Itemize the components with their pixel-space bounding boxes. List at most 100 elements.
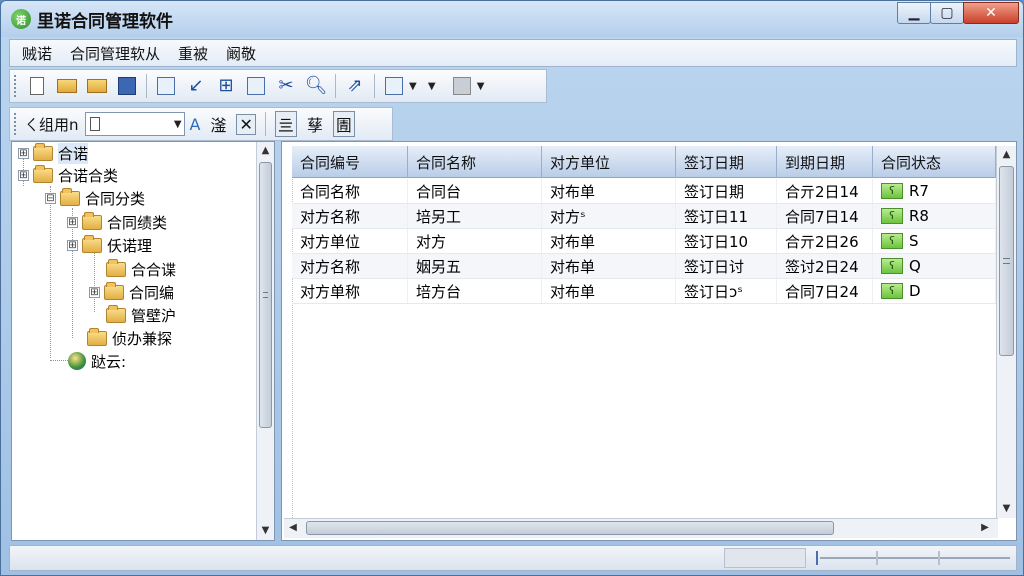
tree-node[interactable]: ⊞ 合诺合类 — [18, 164, 118, 186]
chevron-down-icon[interactable]: ▼ — [409, 81, 417, 92]
column-header-contract-no[interactable]: 合同编号 — [292, 146, 408, 178]
toolbar-grip[interactable] — [14, 113, 18, 135]
table-row[interactable]: 合同名称 合同台 对布单 签订日期 合亓2日14 ʕ R7 — [292, 179, 996, 204]
more-button[interactable]: ▼ — [419, 73, 445, 99]
print-button[interactable] — [381, 73, 407, 99]
scroll-thumb[interactable] — [259, 162, 272, 428]
scroll-thumb[interactable] — [306, 521, 834, 535]
cell-sign-date[interactable]: 签订日10 — [676, 229, 777, 253]
toolbar-grip[interactable] — [14, 75, 18, 97]
cell-counterparty[interactable]: 对布单 — [542, 279, 676, 303]
open-recent-button[interactable] — [84, 73, 110, 99]
tree-node[interactable]: ⊟ 合同分类 — [45, 187, 145, 209]
expand-toggle[interactable]: ⊞ — [89, 286, 100, 298]
tree-node[interactable]: 管壁沪 — [106, 304, 176, 326]
format-button-6[interactable]: 圊 — [332, 111, 355, 137]
new-button[interactable] — [24, 73, 50, 99]
table-row[interactable]: 对方单称 培方台 对布单 签订日ɔˢ 合同7日24 ʕD — [292, 279, 996, 304]
cell-contract-no[interactable]: 对方单称 — [292, 279, 408, 303]
scroll-thumb[interactable] — [999, 166, 1014, 356]
cell-expiry-date[interactable]: 合亓2日14 — [777, 179, 873, 203]
tree-node[interactable]: 跶云: — [68, 350, 126, 372]
cell-expiry-date[interactable]: 合亓2日26 — [777, 229, 873, 253]
cell-sign-date[interactable]: 签订日ɔˢ — [676, 279, 777, 303]
tree-vertical-scrollbar[interactable]: ▲ ▼ — [256, 142, 274, 540]
cell-contract-no[interactable]: 对方单位 — [292, 229, 408, 253]
tools-button[interactable]: ✂ — [273, 73, 299, 99]
zoom-slider-thumb[interactable] — [816, 551, 818, 565]
cell-counterparty[interactable]: 对方ˢ — [542, 204, 676, 228]
tree-node[interactable]: ⊞ 合同绩类 — [67, 211, 167, 233]
cell-counterparty[interactable]: 对布单 — [542, 179, 676, 203]
column-header-contract-name[interactable]: 合同名称 — [408, 146, 542, 178]
table-row[interactable]: 对方名称 培另工 对方ˢ 签订日11 合同7日14 ʕ R8 — [292, 204, 996, 229]
expand-toggle[interactable]: ⊞ — [67, 239, 78, 251]
zoom-slider[interactable] — [820, 557, 1010, 559]
cell-status[interactable]: ʕD — [873, 279, 996, 303]
search-button[interactable]: 🔍︎ — [303, 73, 329, 99]
cell-contract-name[interactable]: 培方台 — [408, 279, 542, 303]
scroll-down-arrow-icon[interactable]: ▼ — [997, 500, 1016, 518]
scroll-up-arrow-icon[interactable]: ▲ — [257, 142, 274, 160]
save-button[interactable] — [114, 73, 140, 99]
preview-button[interactable] — [153, 73, 179, 99]
color-button[interactable] — [449, 73, 475, 99]
cell-status[interactable]: ʕQ — [873, 254, 996, 278]
cell-sign-date[interactable]: 签订日讨 — [676, 254, 777, 278]
minimize-button[interactable]: ▁ — [897, 2, 931, 24]
grid-vertical-scrollbar[interactable]: ▲ ▼ — [996, 146, 1016, 518]
column-header-expiry-date[interactable]: 到期日期 — [777, 146, 873, 178]
format-button-5[interactable]: 孶 — [307, 112, 323, 136]
column-header-status[interactable]: 合同状态 — [873, 146, 996, 178]
chevron-down-icon[interactable]: ▼ — [477, 81, 485, 92]
close-button[interactable]: ✕ — [963, 2, 1019, 24]
scroll-right-arrow-icon[interactable]: ▶ — [976, 519, 994, 537]
expand-toggle[interactable]: ⊞ — [67, 216, 78, 228]
tree-node[interactable]: ⊞ 合同编 — [89, 281, 174, 303]
title-bar[interactable]: 诺 里诺合同管理软件 ▁ ▢ ✕ — [1, 1, 1023, 37]
report-button[interactable] — [243, 73, 269, 99]
menu-item-4[interactable]: 阚敬 — [226, 43, 256, 64]
open-button[interactable] — [54, 73, 80, 99]
table-row[interactable]: 对方名称 姻另五 对布单 签订日讨 签讨2日24 ʕQ — [292, 254, 996, 279]
cell-sign-date[interactable]: 签订日11 — [676, 204, 777, 228]
format-button-2[interactable]: 滏 — [210, 112, 226, 136]
cell-counterparty[interactable]: 对布单 — [542, 254, 676, 278]
collapse-toggle[interactable]: ⊟ — [45, 192, 56, 204]
tree-node[interactable]: 侦办兼探 — [87, 327, 172, 349]
maximize-button[interactable]: ▢ — [930, 2, 964, 24]
menu-item-2[interactable]: 合同管理软从 — [70, 43, 160, 64]
cell-expiry-date[interactable]: 合同7日14 — [777, 204, 873, 228]
expand-toggle[interactable]: ⊞ — [18, 147, 29, 159]
style-select[interactable]: ▼ — [84, 112, 185, 136]
cell-contract-no[interactable]: 合同名称 — [292, 179, 408, 203]
cell-sign-date[interactable]: 签订日期 — [676, 179, 777, 203]
expand-toggle[interactable]: ⊞ — [18, 169, 29, 181]
table-row[interactable]: 对方单位 对方 对布单 签订日10 合亓2日26 ʕS — [292, 229, 996, 254]
grid-horizontal-scrollbar[interactable]: ◀ ▶ — [284, 518, 998, 538]
column-header-counterparty[interactable]: 对方单位 — [542, 146, 676, 178]
cell-status[interactable]: ʕS — [873, 229, 996, 253]
scroll-down-arrow-icon[interactable]: ▼ — [257, 522, 274, 540]
tree-node[interactable]: 合合谍 — [106, 258, 176, 280]
cell-expiry-date[interactable]: 合同7日24 — [777, 279, 873, 303]
scroll-left-arrow-icon[interactable]: ◀ — [284, 519, 302, 537]
cell-expiry-date[interactable]: 签讨2日24 — [777, 254, 873, 278]
clear-format-button[interactable]: ✕ — [236, 113, 256, 135]
cell-contract-name[interactable]: 合同台 — [408, 179, 542, 203]
align-button[interactable]: 亖 — [274, 111, 297, 137]
cell-contract-name[interactable]: 姻另五 — [408, 254, 542, 278]
font-color-button[interactable]: A — [190, 115, 201, 134]
cell-status[interactable]: ʕ R8 — [873, 204, 996, 228]
cell-contract-name[interactable]: 对方 — [408, 229, 542, 253]
tree-node[interactable]: ⊞ 合诺 — [18, 142, 89, 164]
cell-contract-no[interactable]: 对方名称 — [292, 204, 408, 228]
menu-item-3[interactable]: 重被 — [178, 43, 208, 64]
tree-node[interactable]: ⊞ 仸诺理 — [67, 234, 152, 256]
scroll-up-arrow-icon[interactable]: ▲ — [997, 146, 1016, 164]
export-button[interactable]: ⇗ — [342, 73, 368, 99]
cell-status[interactable]: ʕ R7 — [873, 179, 996, 203]
column-header-sign-date[interactable]: 签订日期 — [676, 146, 777, 178]
menu-item-1[interactable]: 贼诺 — [22, 43, 52, 64]
edit-button[interactable]: ↙ — [183, 73, 209, 99]
